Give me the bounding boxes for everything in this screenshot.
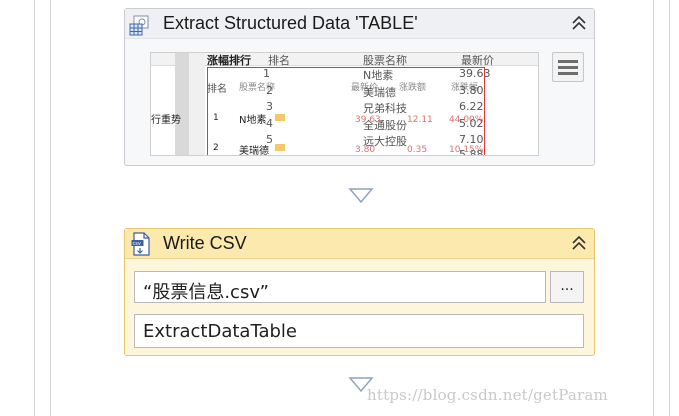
selection-highlight	[207, 67, 485, 155]
preview-side-label: 行重势	[151, 115, 181, 126]
activity-title: Write CSV	[163, 233, 247, 253]
preview-header-cell: 涨幅排行	[207, 54, 251, 67]
svg-text:csv: csv	[133, 241, 141, 247]
datatable-input[interactable]: ExtractDataTable	[134, 314, 584, 348]
watermark-text: https://blog.csdn.net/getParam	[367, 386, 608, 404]
extracted-table-preview: 涨幅排行 排名 股票名称 最新价 行重势 排名 股票名称 最新价 涨跌额 涨跌幅…	[150, 52, 539, 156]
preview-header-cell: 最新价	[461, 54, 494, 67]
file-path-input[interactable]: “股票信息.csv”	[134, 271, 546, 303]
sequence-border-right	[669, 0, 670, 416]
double-chevron-up-icon[interactable]	[570, 14, 588, 32]
sequence-border-left	[34, 0, 35, 416]
activity-header[interactable]: csv Write CSV	[125, 229, 594, 259]
browse-file-button[interactable]: ...	[550, 271, 584, 303]
activity-title: Extract Structured Data 'TABLE'	[163, 13, 418, 33]
activity-header[interactable]: Extract Structured Data 'TABLE'	[125, 9, 594, 39]
sequence-inner-border-right	[653, 0, 654, 416]
table-grid-icon	[129, 15, 149, 36]
csv-file-icon: csv	[131, 232, 150, 256]
preview-header-cell: 排名	[268, 54, 290, 67]
down-triangle-arrow-icon	[348, 188, 374, 204]
sequence-inner-border-left	[50, 0, 51, 416]
preview-header-cell: 股票名称	[363, 54, 407, 67]
double-chevron-up-icon[interactable]	[570, 234, 588, 252]
hamburger-menu-icon[interactable]	[552, 52, 584, 82]
